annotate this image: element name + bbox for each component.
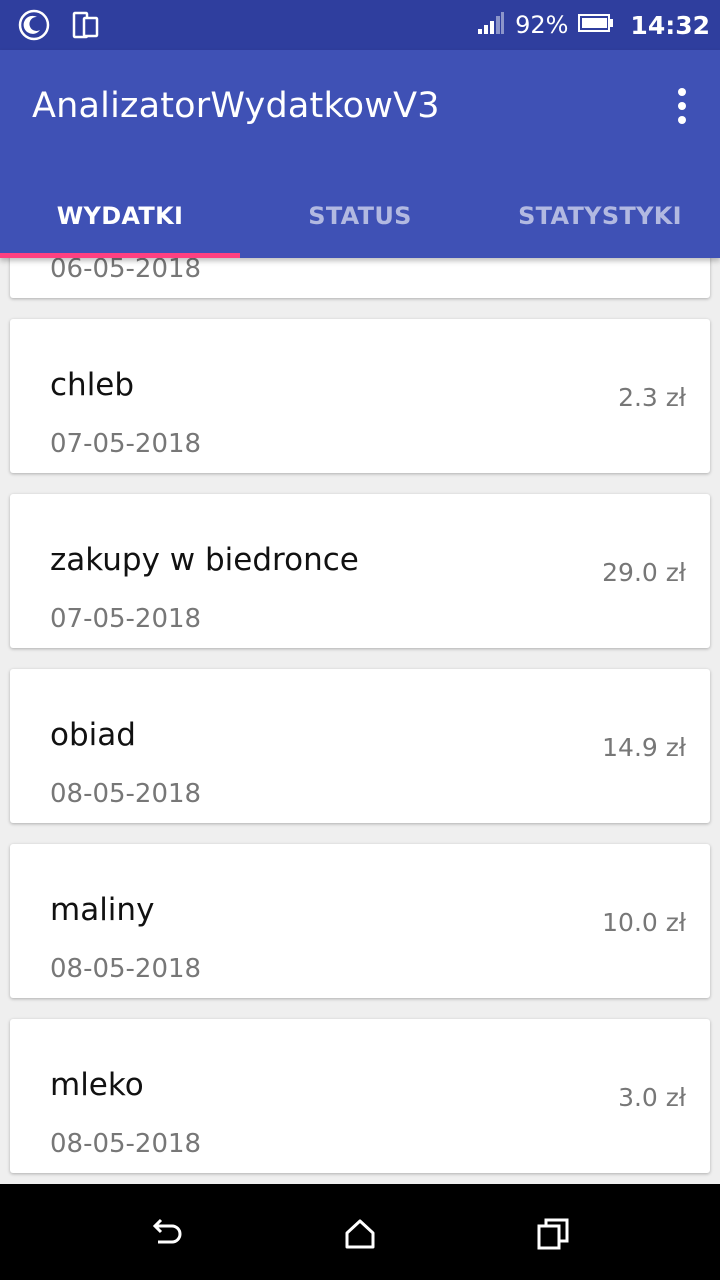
expense-amount: 14.9 zł [602, 733, 686, 762]
expense-date: 06-05-2018 [50, 258, 202, 284]
back-icon[interactable] [146, 1214, 186, 1254]
more-dot [678, 116, 686, 124]
expense-date: 08-05-2018 [50, 779, 202, 809]
status-time: 14:32 [630, 10, 710, 40]
expense-date: 07-05-2018 [50, 429, 202, 459]
more-vertical-icon [678, 88, 686, 96]
battery-percent: 92% [515, 11, 569, 39]
phone-sync-icon [72, 10, 100, 44]
signal-icon [477, 11, 505, 39]
tab-bar: WYDATKI STATUS STATYSTYKI [0, 174, 720, 258]
navigation-bar [0, 1184, 720, 1280]
tab-status[interactable]: STATUS [240, 174, 480, 258]
expense-name: maliny [50, 892, 155, 928]
expense-amount: 10.0 zł [602, 908, 686, 937]
app-title: AnalizatorWydatkowV3 [32, 86, 440, 126]
recents-icon[interactable] [534, 1214, 574, 1254]
expense-date: 08-05-2018 [50, 1129, 202, 1159]
expense-date: 08-05-2018 [50, 954, 202, 984]
expense-name: mleko [50, 1067, 144, 1103]
battery-icon [578, 13, 614, 37]
expense-name: zakupy w biedronce [50, 542, 359, 578]
expense-card[interactable]: chleb 2.3 zł 07-05-2018 [10, 319, 710, 473]
expense-name: chleb [50, 367, 135, 403]
expense-amount: 3.0 zł [618, 1083, 686, 1112]
expense-card[interactable]: maliny 10.0 zł 08-05-2018 [10, 844, 710, 998]
expense-date: 07-05-2018 [50, 604, 202, 634]
expense-card[interactable]: zakupy w biedronce 29.0 zł 07-05-2018 [10, 494, 710, 648]
status-bar: 92% 14:32 [0, 0, 720, 50]
overflow-menu-button[interactable] [670, 84, 694, 128]
expense-amount: 2.3 zł [618, 383, 686, 412]
expense-list[interactable]: 06-05-2018 chleb 2.3 zł 07-05-2018 zakup… [0, 258, 720, 1184]
tab-statystyki[interactable]: STATYSTYKI [480, 174, 720, 258]
expense-amount: 29.0 zł [602, 558, 686, 587]
expense-card[interactable]: 06-05-2018 [10, 258, 710, 298]
moon-icon [18, 9, 50, 45]
more-dot [678, 102, 686, 110]
expense-card[interactable]: obiad 14.9 zł 08-05-2018 [10, 669, 710, 823]
expense-name: obiad [50, 717, 136, 753]
app-bar: AnalizatorWydatkowV3 WYDATKI STATUS STAT… [0, 50, 720, 258]
tab-wydatki[interactable]: WYDATKI [0, 174, 240, 258]
home-icon[interactable] [340, 1214, 380, 1254]
expense-card[interactable]: mleko 3.0 zł 08-05-2018 [10, 1019, 710, 1173]
